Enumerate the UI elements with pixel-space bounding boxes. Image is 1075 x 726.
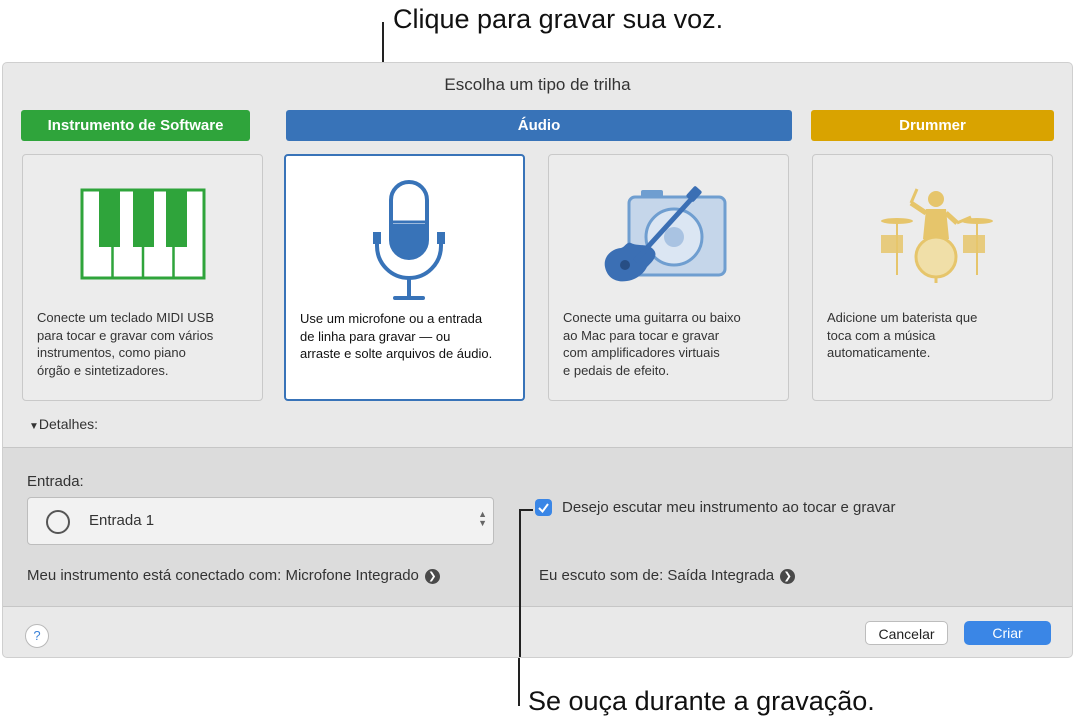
cancel-button[interactable]: Cancelar bbox=[865, 621, 948, 645]
disclosure-triangle-icon: ▼ bbox=[29, 421, 39, 432]
card-description: Adicione um baterista que toca com a mús… bbox=[827, 310, 978, 360]
piano-keyboard-icon bbox=[23, 165, 262, 315]
card-description: Conecte um teclado MIDI USB para tocar e… bbox=[37, 310, 215, 378]
input-select-value: Entrada 1 bbox=[89, 512, 155, 529]
monitor-label: Desejo escutar meu instrumento ao tocar … bbox=[562, 499, 896, 516]
drummer-icon bbox=[813, 165, 1052, 315]
callout-line-bottom bbox=[519, 510, 521, 657]
monitor-checkbox[interactable] bbox=[535, 499, 552, 516]
checkmark-icon bbox=[538, 503, 549, 514]
callout-monitor: Se ouça durante a gravação. bbox=[528, 686, 875, 716]
card-software-instrument[interactable]: Conecte um teclado MIDI USB para tocar e… bbox=[22, 154, 263, 401]
input-level-icon bbox=[46, 510, 70, 534]
microphone-icon bbox=[286, 166, 523, 316]
go-arrow-icon[interactable]: ❯ bbox=[424, 568, 440, 584]
create-button[interactable]: Criar bbox=[964, 621, 1051, 645]
details-disclosure[interactable]: ▼Detalhes: bbox=[29, 416, 98, 432]
select-stepper-icon: ▲ ▼ bbox=[478, 509, 487, 528]
card-audio-microphone[interactable]: Use um microfone ou a entrada de linha p… bbox=[284, 154, 525, 401]
card-description: Use um microfone ou a entrada de linha p… bbox=[300, 311, 493, 361]
callout-line-bottom-ext bbox=[518, 658, 520, 706]
callout-line-bottom-tick bbox=[519, 509, 533, 511]
category-software-instrument[interactable]: Instrumento de Software bbox=[21, 110, 250, 141]
guitar-amplifier-icon bbox=[549, 165, 788, 315]
dialog-title: Escolha um tipo de trilha bbox=[444, 75, 631, 94]
track-type-dialog: Escolha um tipo de trilha Instrumento de… bbox=[2, 62, 1073, 658]
card-drummer[interactable]: Adicione um baterista que toca com a mús… bbox=[812, 154, 1053, 401]
connected-label: Meu instrumento está conectado com: Micr… bbox=[27, 567, 419, 584]
category-audio[interactable]: Áudio bbox=[286, 110, 792, 141]
callout-record-voice: Clique para gravar sua voz. bbox=[393, 4, 724, 34]
input-select[interactable]: Entrada 1 ▲ ▼ bbox=[27, 497, 494, 545]
category-drummer[interactable]: Drummer bbox=[811, 110, 1054, 141]
connected-input-info: Meu instrumento está conectado com: Micr… bbox=[27, 567, 440, 584]
card-audio-guitar[interactable]: Conecte uma guitarra ou baixo ao Mac par… bbox=[548, 154, 789, 401]
help-button[interactable]: ? bbox=[25, 624, 49, 648]
input-label: Entrada: bbox=[27, 473, 84, 490]
output-label: Eu escuto som de: Saída Integrada bbox=[539, 567, 775, 584]
output-info: Eu escuto som de: Saída Integrada ❯ bbox=[539, 567, 796, 584]
card-description: Conecte uma guitarra ou baixo ao Mac par… bbox=[563, 310, 741, 378]
go-arrow-icon[interactable]: ❯ bbox=[780, 568, 796, 584]
details-label: Detalhes: bbox=[38, 416, 99, 432]
details-panel: Entrada: Entrada 1 ▲ ▼ Meu instrumento es… bbox=[3, 447, 1072, 657]
